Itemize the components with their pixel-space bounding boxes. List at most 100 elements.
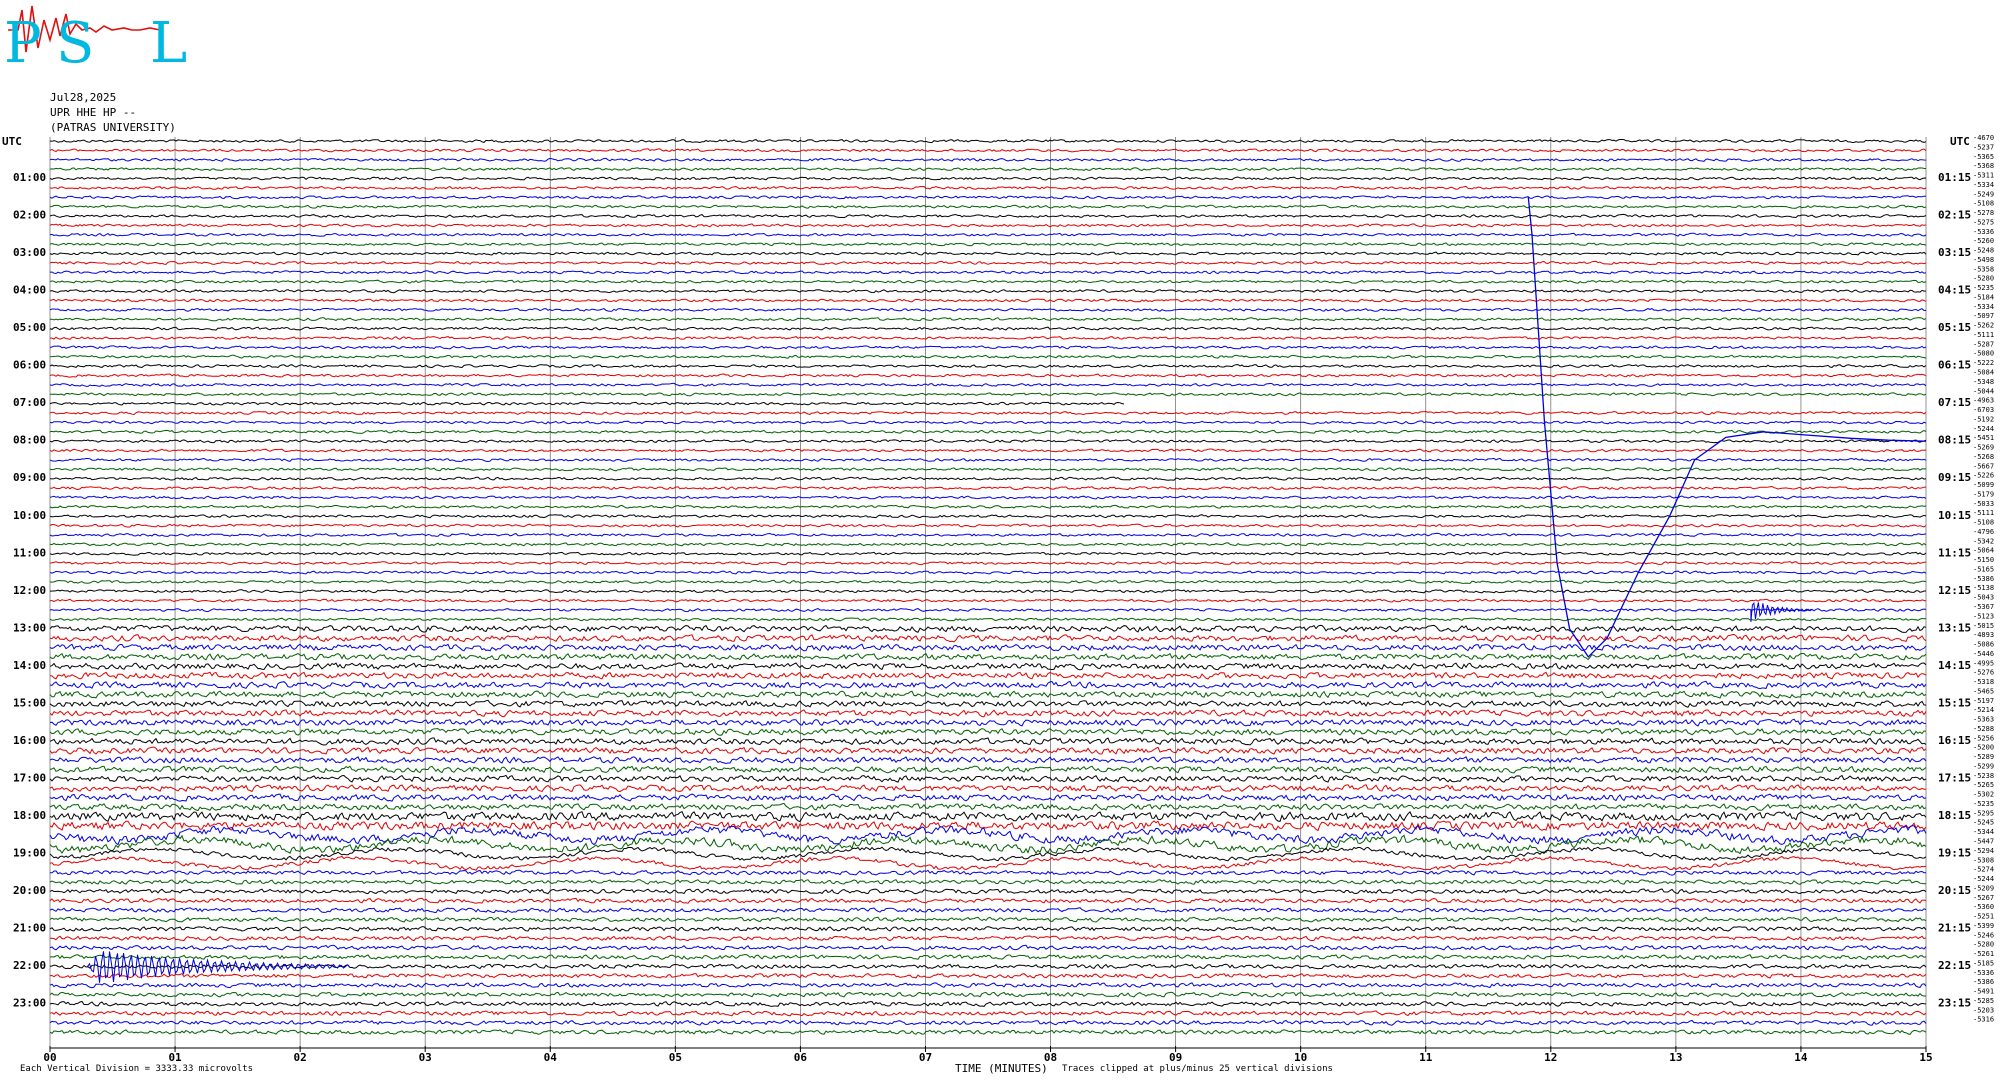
row-mean-label: -5267: [1973, 894, 1994, 902]
trace-row-94: [49, 1019, 1927, 1026]
trace-row-70: [49, 793, 1927, 802]
x-tick-label: 09: [1169, 1051, 1182, 1064]
right-hour-label: 23:15: [1938, 997, 1971, 1010]
row-mean-label: -4963: [1973, 397, 1994, 405]
trace-row-62: [49, 718, 1927, 727]
x-tick-label: 10: [1294, 1051, 1307, 1064]
right-hour-label: 08:15: [1938, 434, 1971, 447]
left-hour-label: 22:00: [13, 959, 46, 972]
trace-row-14: [49, 270, 1927, 275]
right-hour-label: 02:15: [1938, 209, 1971, 222]
row-mean-label: -5365: [1973, 153, 1994, 161]
trace-row-58: [49, 680, 1927, 690]
row-mean-label: -5111: [1973, 331, 1994, 339]
row-mean-label: -5318: [1973, 678, 1994, 686]
right-hour-label: 01:15: [1938, 171, 1971, 184]
trace-row-0: [49, 139, 1927, 144]
trace-row-63: [49, 728, 1927, 737]
row-mean-label: -5084: [1973, 369, 1994, 377]
right-hour-label: 04:15: [1938, 284, 1971, 297]
left-hour-label: 21:00: [13, 922, 46, 935]
header-institution: (PATRAS UNIVERSITY): [50, 121, 176, 134]
left-hour-label: 04:00: [13, 284, 46, 297]
trace-row-18: [49, 307, 1927, 312]
left-hour-label: 23:00: [13, 997, 46, 1010]
row-mean-label: -5446: [1973, 650, 1994, 658]
x-tick-label: 05: [669, 1051, 682, 1064]
trace-row-37: [49, 485, 1927, 491]
x-tick-label: 14: [1794, 1051, 1808, 1064]
trace-row-25: [49, 373, 1927, 378]
x-tick-label: 11: [1419, 1051, 1433, 1064]
trace-row-77: [49, 855, 1927, 871]
right-hour-label: 11:15: [1938, 546, 1971, 559]
trace-row-34: [49, 457, 1927, 463]
trace-row-26: [49, 382, 1927, 387]
trace-row-47: [49, 579, 1927, 584]
row-mean-label: -5336: [1973, 228, 1994, 236]
x-tick-label: 03: [419, 1051, 432, 1064]
row-mean-label: -4995: [1973, 659, 1994, 667]
x-tick-label: 07: [919, 1051, 932, 1064]
left-hour-label: 16:00: [13, 734, 46, 747]
right-hour-label: 20:15: [1938, 884, 1971, 897]
row-mean-label: -5288: [1973, 725, 1994, 733]
row-mean-label: -5249: [1973, 190, 1994, 198]
row-mean-label: -5336: [1973, 969, 1994, 977]
trace-row-51: [49, 617, 1927, 622]
row-mean-label: -5238: [1973, 772, 1994, 780]
trace-row-52: [49, 624, 1927, 633]
trace-row-38: [49, 495, 1927, 500]
row-mean-label: -5667: [1973, 462, 1994, 470]
trace-row-65: [49, 746, 1927, 755]
x-tick-label: 02: [294, 1051, 307, 1064]
right-hour-label: 19:15: [1938, 846, 1971, 859]
row-mean-label: -5185: [1973, 959, 1994, 967]
psl-logo: P S L: [4, 5, 187, 70]
left-hour-label: 02:00: [13, 209, 46, 222]
right-hour-label: 12:15: [1938, 584, 1971, 597]
right-hour-label: 16:15: [1938, 734, 1971, 747]
trace-row-41: [49, 523, 1927, 528]
row-mean-label: -5033: [1973, 500, 1994, 508]
row-mean-label: -5108: [1973, 519, 1994, 527]
left-hour-label: 03:00: [13, 246, 46, 259]
row-mean-label: -5197: [1973, 697, 1994, 705]
x-tick-label: 06: [794, 1051, 808, 1064]
right-hour-label: 10:15: [1938, 509, 1971, 522]
trace-row-15: [49, 279, 1927, 284]
trace-row-1: [49, 148, 1927, 153]
trace-row-64: [49, 737, 1927, 746]
right-hour-label: 18:15: [1938, 809, 1971, 822]
left-hour-label: 19:00: [13, 846, 46, 859]
row-mean-label: -4893: [1973, 631, 1994, 639]
trace-row-93: [49, 1010, 1927, 1017]
row-mean-label: -5295: [1973, 809, 1994, 817]
trace-row-30: [49, 420, 1927, 425]
logo-letter-l: L: [150, 11, 187, 70]
row-mean-label: -5097: [1973, 312, 1994, 320]
right-hour-label: 09:15: [1938, 471, 1971, 484]
event-trace: [87, 197, 1927, 983]
trace-row-22: [49, 345, 1927, 350]
trace-row-66: [49, 756, 1927, 765]
trace-row-33: [49, 448, 1927, 453]
trace-row-17: [49, 298, 1927, 303]
trace-row-2: [49, 157, 1927, 162]
row-mean-label: -5203: [1973, 1006, 1994, 1014]
row-mean-label: -5311: [1973, 172, 1994, 180]
trace-row-44: [49, 551, 1927, 556]
left-hour-label: 06:00: [13, 359, 46, 372]
trace-row-29: [49, 410, 1927, 416]
trace-row-83: [49, 916, 1927, 923]
trace-row-11: [49, 242, 1927, 247]
row-mean-label: -5235: [1973, 800, 1994, 808]
x-tick-label: 01: [168, 1051, 182, 1064]
trace-row-90: [49, 982, 1927, 989]
trace-row-8: [49, 213, 1927, 219]
header-date: Jul28,2025: [50, 91, 117, 104]
row-mean-label: -5209: [1973, 884, 1994, 892]
row-mean-label: -5386: [1973, 978, 1994, 986]
right-hour-labels: UTC 01:15 02:15 03:15 04:15 05:15 06:15 07:15 08…: [1938, 135, 1971, 1010]
trace-row-60: [49, 699, 1927, 708]
